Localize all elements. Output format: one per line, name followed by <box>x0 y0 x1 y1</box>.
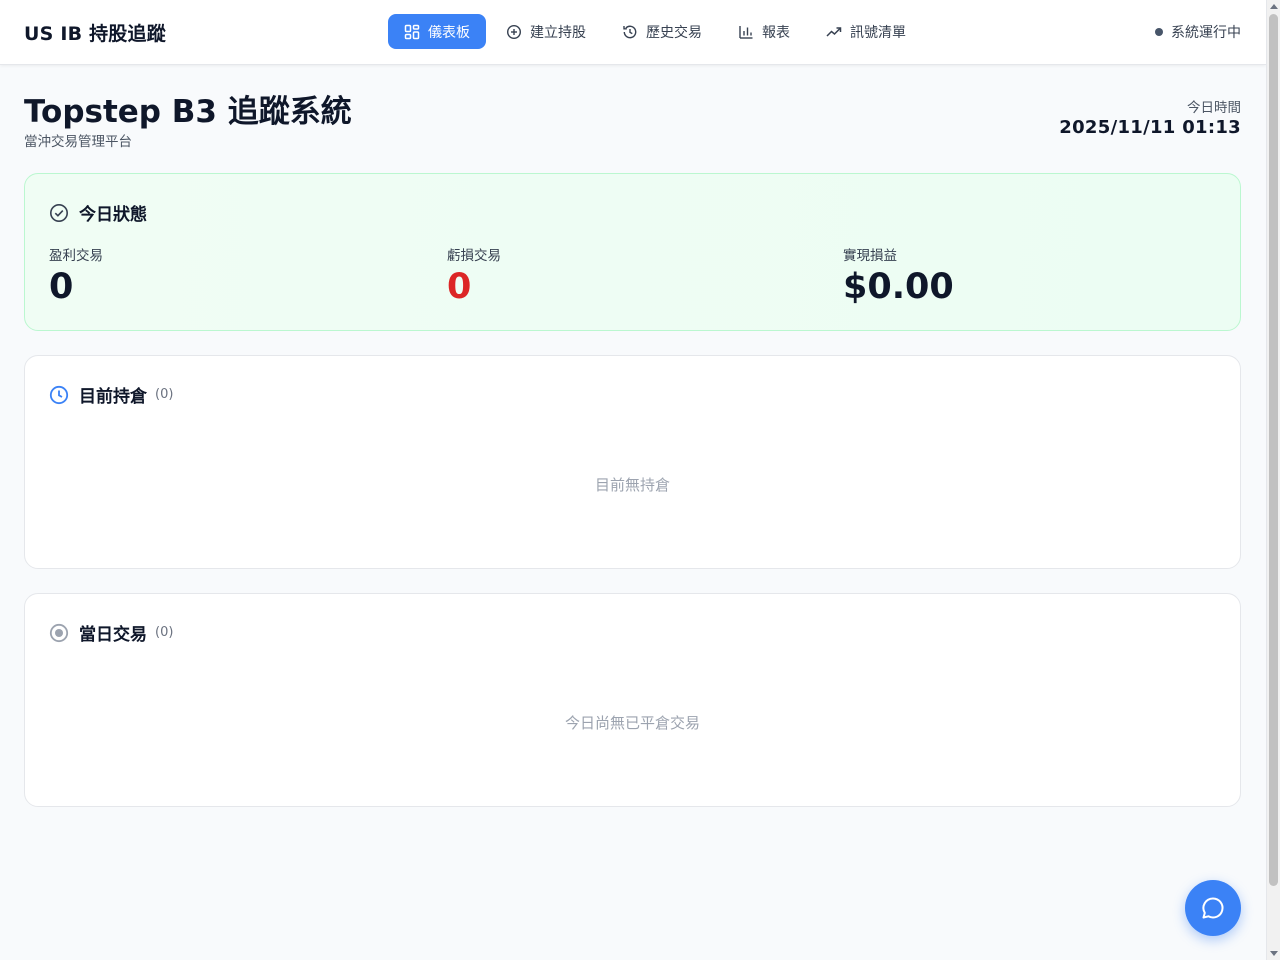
stat-value: 0 <box>447 267 472 307</box>
scroll-up-arrow-icon[interactable] <box>1270 4 1278 9</box>
plus-circle-icon <box>506 24 522 40</box>
positions-title: 目前持倉 <box>79 387 147 407</box>
bar-chart-icon <box>738 24 754 40</box>
current-time-label: 今日時間 <box>1187 100 1241 116</box>
scrollbar-thumb[interactable] <box>1269 14 1278 886</box>
chat-icon <box>1200 895 1226 921</box>
system-status-label: 系統運行中 <box>1171 25 1241 41</box>
stat-loss-trades: 虧損交易 0 <box>447 244 501 307</box>
trades-header: 當日交易 (0) <box>49 620 173 645</box>
trades-title: 當日交易 <box>79 625 147 645</box>
system-status: 系統運行中 <box>1155 22 1241 42</box>
nav-item-label: 訊號清單 <box>850 24 906 41</box>
today-trades-card: 當日交易 (0) 今日尚無已平倉交易 <box>24 593 1241 807</box>
clock-icon <box>49 385 69 405</box>
trades-empty-state: 今日尚無已平倉交易 <box>564 714 700 732</box>
stat-label: 盈利交易 <box>49 248 103 264</box>
current-time-value: 2025/11/11 01:13 <box>1059 117 1241 138</box>
trending-up-icon <box>826 24 842 40</box>
current-positions-card: 目前持倉 (0) 目前無持倉 <box>24 355 1241 569</box>
today-status-card: 今日狀態 盈利交易 0 虧損交易 0 實現損益 $0.00 <box>24 173 1241 331</box>
check-circle-icon <box>49 203 69 223</box>
nav-item-dashboard[interactable]: 儀表板 <box>388 14 486 49</box>
top-navbar: US IB 持股追蹤 儀表板 建立持股 歷史交易 報表 訊號清單 系統運行中 <box>0 0 1266 65</box>
nav-item-label: 儀表板 <box>428 24 470 41</box>
page-scrollbar[interactable] <box>1266 0 1280 960</box>
chat-button[interactable] <box>1185 880 1241 936</box>
main-nav: 儀表板 建立持股 歷史交易 報表 訊號清單 <box>388 14 922 49</box>
nav-item-label: 報表 <box>762 24 790 41</box>
stat-profit-trades: 盈利交易 0 <box>49 244 103 307</box>
stat-value: 0 <box>49 267 74 307</box>
record-icon <box>49 623 69 643</box>
nav-item-signals[interactable]: 訊號清單 <box>810 14 922 49</box>
stat-label: 實現損益 <box>843 248 897 264</box>
positions-count: (0) <box>155 387 174 402</box>
positions-empty-state: 目前無持倉 <box>594 476 670 494</box>
today-status-header: 今日狀態 <box>49 200 147 225</box>
positions-header: 目前持倉 (0) <box>49 382 173 407</box>
page-title: Topstep B3 追蹤系統 <box>24 94 352 130</box>
nav-item-reports[interactable]: 報表 <box>722 14 806 49</box>
stat-label: 虧損交易 <box>447 248 501 264</box>
stat-realized-pnl: 實現損益 $0.00 <box>843 244 954 307</box>
status-dot-icon <box>1155 28 1163 36</box>
nav-item-history[interactable]: 歷史交易 <box>606 14 718 49</box>
today-status-title: 今日狀態 <box>79 205 147 225</box>
app-brand[interactable]: US IB 持股追蹤 <box>24 19 166 46</box>
nav-item-create-position[interactable]: 建立持股 <box>490 14 602 49</box>
page-subtitle: 當沖交易管理平台 <box>24 134 132 150</box>
dashboard-icon <box>404 24 420 40</box>
history-icon <box>622 24 638 40</box>
stat-value: $0.00 <box>843 267 954 307</box>
nav-item-label: 歷史交易 <box>646 24 702 41</box>
nav-item-label: 建立持股 <box>530 24 586 41</box>
trades-count: (0) <box>155 625 174 640</box>
scroll-down-arrow-icon[interactable] <box>1270 951 1278 956</box>
